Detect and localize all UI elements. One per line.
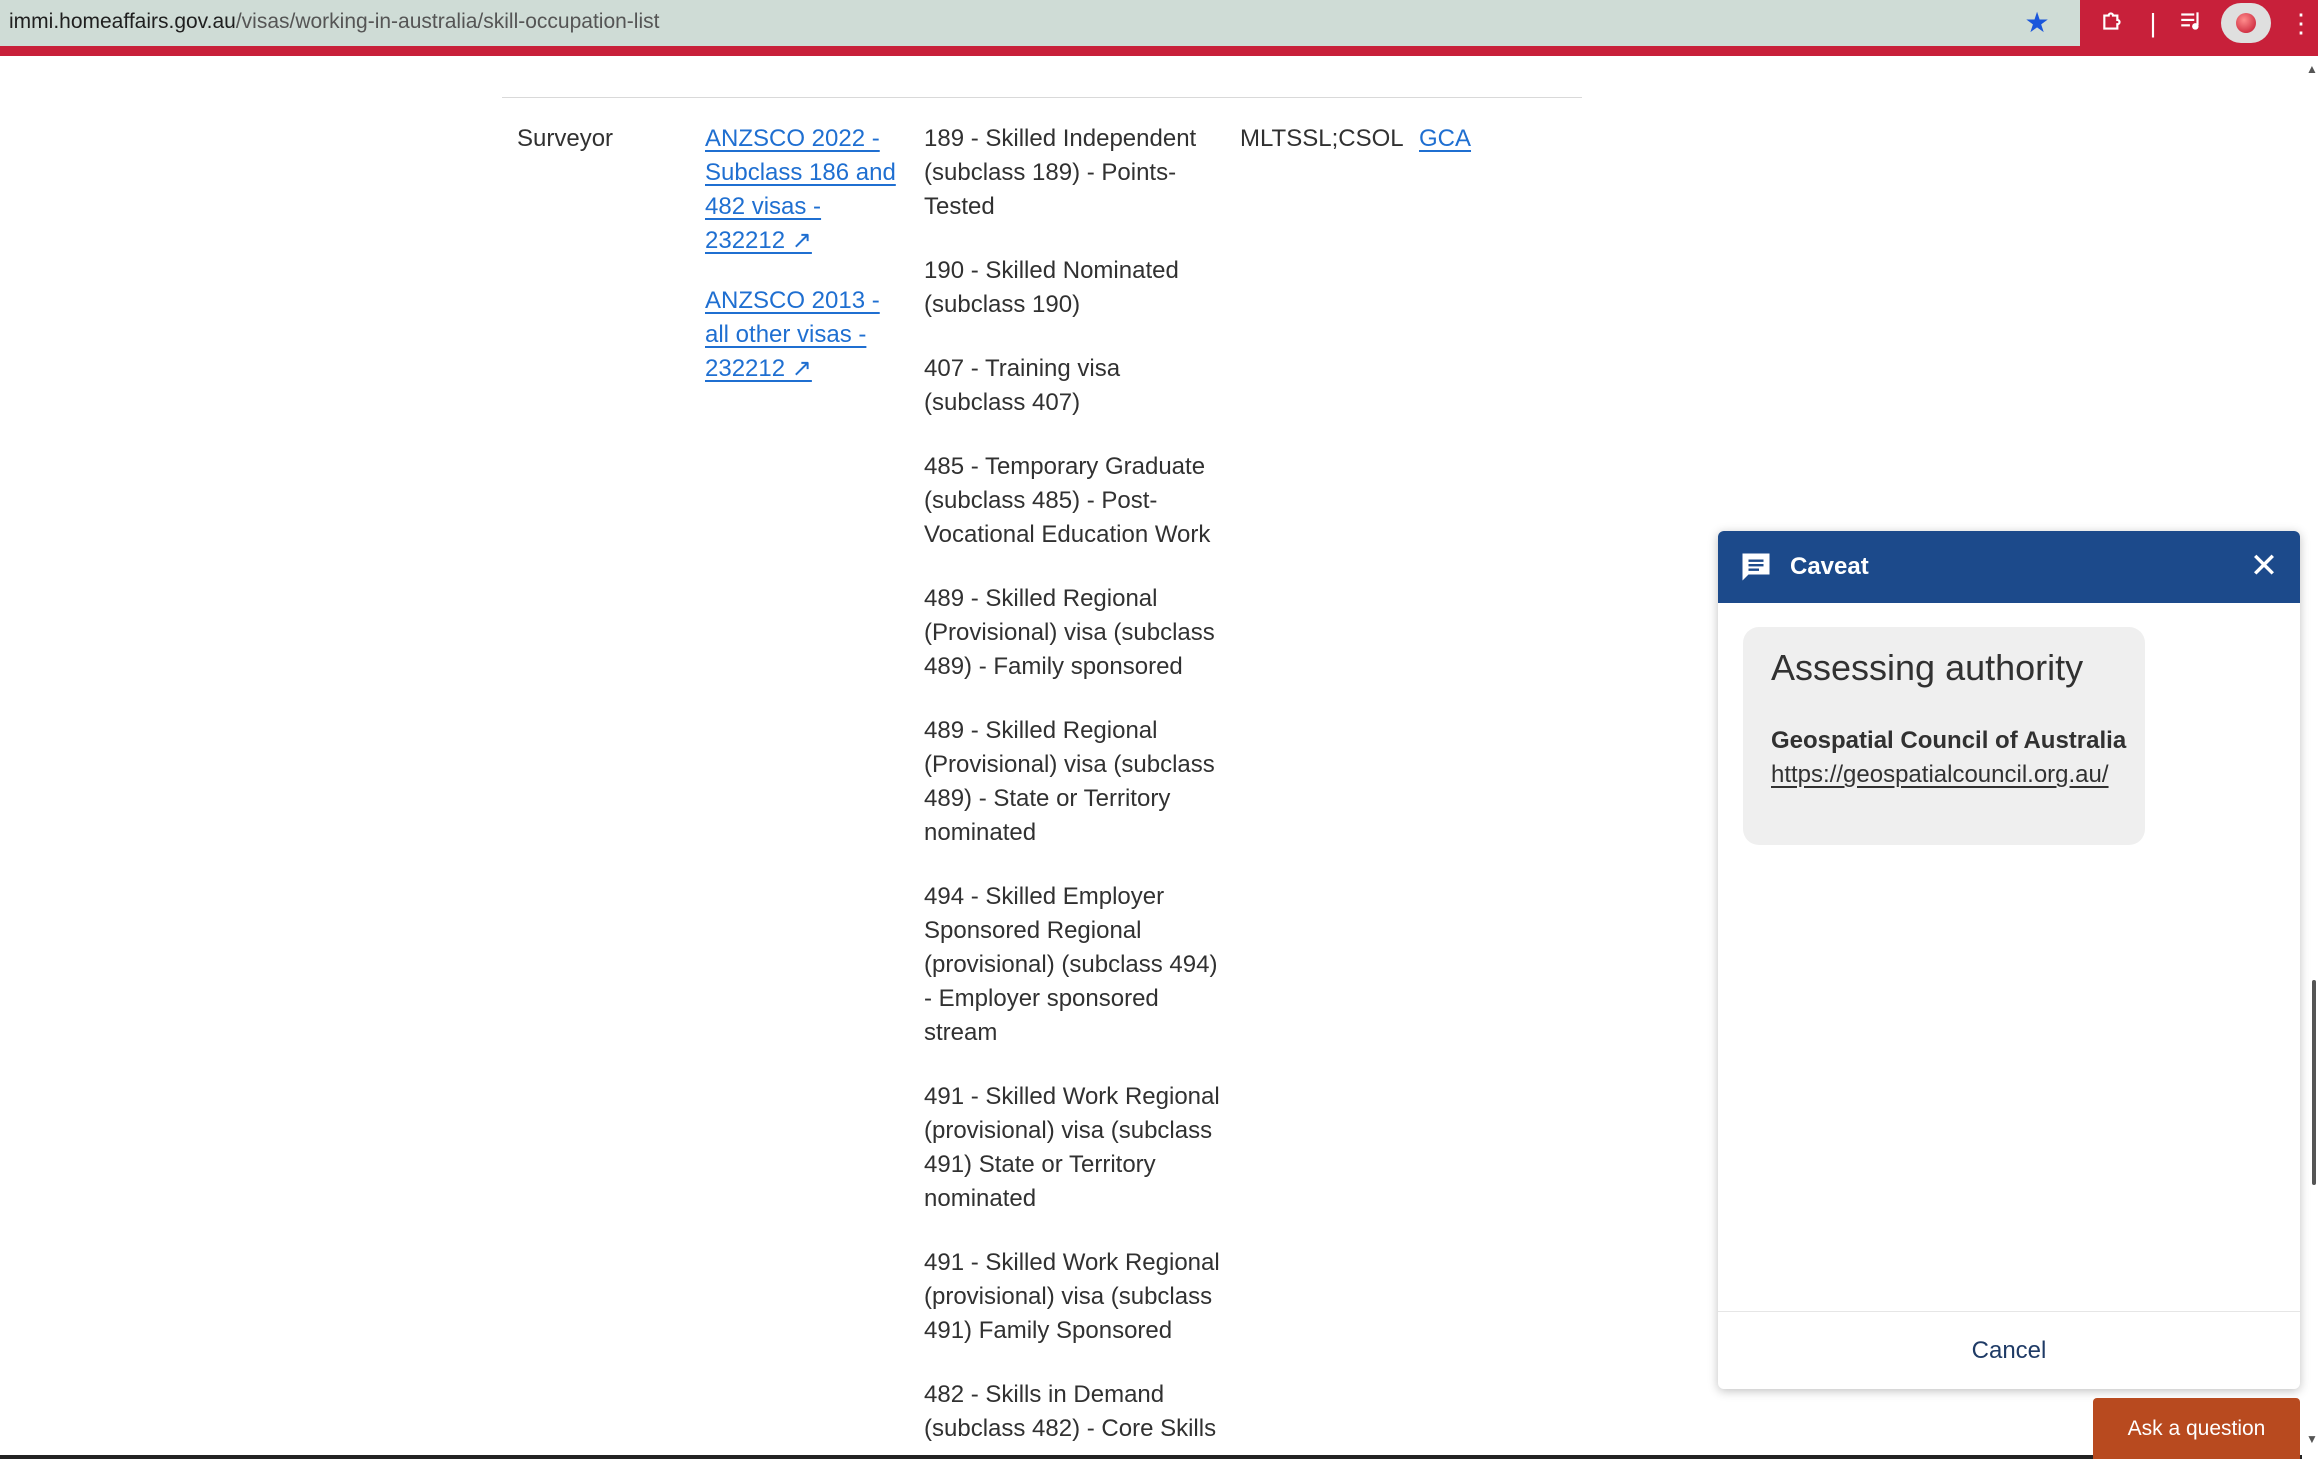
visa-item: 489 - Skilled Regional (Provisional) vis… — [924, 585, 1215, 680]
page-scrollbar[interactable] — [2302, 56, 2318, 1459]
visa-item: 485 - Temporary Graduate (subclass 485) … — [924, 453, 1211, 548]
url-domain: immi.homeaffairs.gov.au — [9, 10, 236, 33]
anzsco-2013-link[interactable]: ANZSCO 2013 - all other visas - 232212 ↗ — [705, 284, 905, 386]
visa-item: 491 - Skilled Work Regional (provisional… — [924, 1083, 1220, 1212]
visa-item: 189 - Skilled Independent (subclass 189)… — [924, 125, 1197, 220]
visa-item: 407 - Training visa (subclass 407) — [924, 355, 1121, 416]
separator-icon: | — [2149, 8, 2157, 38]
address-bar[interactable]: immi.homeaffairs.gov.au/visas/working-in… — [9, 10, 659, 34]
authority-url-link[interactable]: https://geospatialcouncil.org.au/ — [1771, 761, 2109, 789]
cancel-button[interactable]: Cancel — [1718, 1313, 2300, 1389]
bottom-border — [0, 1455, 2302, 1459]
assessing-authority-card: Assessing authority Geospatial Council o… — [1743, 627, 2145, 845]
table-row-divider — [502, 97, 1582, 98]
ask-a-question-button[interactable]: Ask a question — [2093, 1398, 2300, 1459]
occupation-lists-cell: MLTSSL;CSOL — [1240, 125, 1404, 152]
anzsco-2022-link[interactable]: ANZSCO 2022 - Subclass 186 and 482 visas… — [705, 122, 905, 258]
card-heading: Assessing authority — [1771, 647, 2084, 688]
site-accent-line — [0, 46, 2318, 56]
occupation-cell: Surveyor — [517, 125, 614, 152]
media-control-icon[interactable] — [2176, 8, 2206, 38]
scroll-down-arrow-icon[interactable]: ▼ — [2306, 1432, 2318, 1446]
chat-icon — [1738, 549, 1774, 585]
puzzle-icon[interactable] — [2098, 8, 2128, 38]
scroll-up-arrow-icon[interactable]: ▲ — [2306, 62, 2318, 76]
dialog-footer-divider — [1718, 1311, 2300, 1312]
visa-list-cell: 189 - Skilled Independent (subclass 189)… — [924, 122, 1224, 1476]
profile-avatar[interactable] — [2221, 3, 2271, 43]
caveat-dialog: Caveat ✕ Assessing authority Geospatial … — [1718, 531, 2300, 1389]
kebab-menu-icon[interactable]: ⋮ — [2286, 8, 2316, 38]
dialog-title: Caveat — [1790, 553, 1869, 580]
authority-name: Geospatial Council of Australia — [1771, 727, 2127, 754]
close-icon[interactable]: ✕ — [2248, 549, 2280, 583]
visa-item: 482 - Skills in Demand (subclass 482) - … — [924, 1381, 1217, 1442]
anzsco-cell: ANZSCO 2022 - Subclass 186 and 482 visas… — [705, 122, 905, 412]
browser-toolbar: immi.homeaffairs.gov.au/visas/working-in… — [0, 0, 2318, 46]
visa-item: 489 - Skilled Regional (Provisional) vis… — [924, 717, 1215, 846]
url-path: /visas/working-in-australia/skill-occupa… — [235, 10, 660, 33]
star-icon[interactable]: ★ — [2022, 8, 2052, 38]
visa-item: 494 - Skilled Employer Sponsored Regiona… — [924, 883, 1218, 1046]
visa-item: 491 - Skilled Work Regional (provisional… — [924, 1249, 1220, 1344]
scrollbar-thumb[interactable] — [2312, 980, 2316, 1185]
assessing-authority-link[interactable]: GCA — [1419, 122, 1471, 156]
avatar-image — [2236, 13, 2256, 33]
visa-item: 190 - Skilled Nominated (subclass 190) — [924, 257, 1179, 318]
dialog-header: Caveat ✕ — [1718, 531, 2300, 603]
